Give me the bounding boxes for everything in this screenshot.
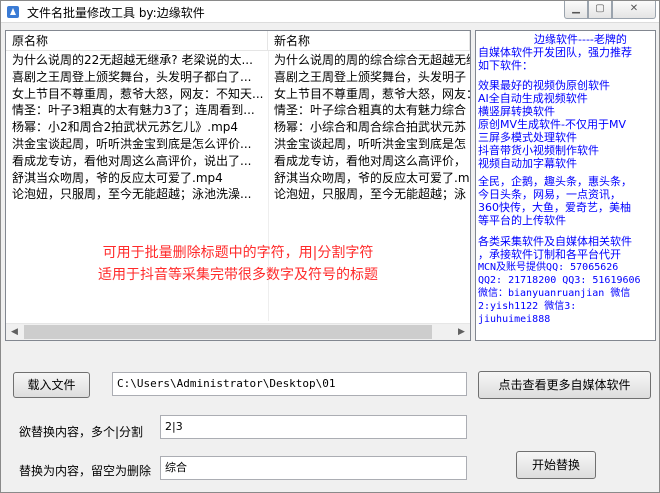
window-title: 文件名批量修改工具 by:边缘软件	[27, 6, 205, 20]
table-row[interactable]: 洪金宝谈起周，听听洪金宝到底是怎么评价... 洪金宝谈起周，听听洪金宝到底是怎	[6, 136, 470, 153]
info-line: 微信：bianyuanruanjian 微信	[478, 288, 631, 299]
new-name-cell: 论泡妞，只服周，至今无能超越；泳	[274, 187, 467, 202]
table-row[interactable]: 论泡妞，只服周，至今无能超越；泳池洗澡... 论泡妞，只服周，至今无能超越；泳	[6, 186, 470, 203]
info-line: 抖音带货小视频制作软件	[478, 144, 599, 157]
info-line: 如下软件：	[478, 59, 533, 72]
original-name-cell: 喜剧之王周登上颁奖舞台，头发明子都白了...	[12, 69, 252, 84]
info-line: jiuhuimei888	[478, 314, 551, 325]
info-line: 边缘软件----老牌的	[534, 33, 627, 46]
info-line: 2:yish1122 微信3:	[478, 301, 577, 312]
info-line: 效果最好的视频伪原创软件	[478, 79, 610, 92]
table-row[interactable]: 喜剧之王周登上颁奖舞台，头发明子都白了... 喜剧之王周登上颁奖舞台，头发明子	[6, 69, 470, 86]
table-row[interactable]: 为什么说周的22无超越无继承? 老梁说的太... 为什么说周的周的综合综合无超越…	[6, 52, 470, 69]
new-name-cell: 洪金宝谈起周，听听洪金宝到底是怎	[274, 136, 467, 151]
usage-hint-line-1: 可用于批量删除标题中的字符，用|分割字符	[102, 245, 374, 261]
replace-label: 替换为内容，留空为删除	[19, 464, 152, 478]
list-header: 原名称 新名称	[6, 31, 470, 51]
start-replace-button[interactable]: 开始替换	[516, 451, 596, 479]
more-software-button[interactable]: 点击查看更多自媒体软件	[478, 371, 651, 399]
column-new-name[interactable]: 新名称	[268, 31, 470, 51]
scroll-left-icon[interactable]: ◀	[6, 324, 23, 341]
info-line: 原创MV生成软件-不仅用于MV	[478, 118, 626, 131]
new-name-cell: 杨幂：小综合和周合综合拍武状元苏	[274, 120, 467, 135]
title-bar: 文件名批量修改工具 by:边缘软件 ▁ ▢ ✕	[1, 1, 659, 23]
info-line: 横竖屏转换软件	[478, 105, 555, 118]
usage-hint-line-2: 适用于抖音等采集完带很多数字及符号的标题	[98, 267, 378, 283]
table-row[interactable]: 看成龙专访，看他对周这么高评价，说出了... 看成龙专访，看他对周这么高评价，	[6, 153, 470, 170]
info-line: 今日头条，网易，一点资讯，	[478, 188, 621, 201]
original-name-cell: 杨幂：小2和周合2拍武状元苏乞儿》.mp4	[12, 120, 239, 135]
table-row[interactable]: 舒淇当众吻周，爷的反应太可爱了.mp4 舒淇当众吻周，爷的反应太可爱了.mp	[6, 170, 470, 187]
original-name-cell: 论泡妞，只服周，至今无能超越；泳池洗澡...	[12, 187, 252, 202]
horizontal-scrollbar[interactable]: ◀ ▶	[6, 323, 470, 340]
find-input[interactable]: 2|3	[160, 415, 467, 439]
info-line: 各类采集软件及自媒体相关软件	[478, 235, 632, 248]
promo-info-panel: 边缘软件----老牌的 自媒体软件开发团队，强力推荐 如下软件： 效果最好的视频…	[475, 30, 656, 341]
info-line: AI全自动生成视频软件	[478, 92, 588, 105]
new-name-cell: 看成龙专访，看他对周这么高评价，	[274, 153, 467, 168]
find-label: 欲替换内容，多个|分割	[19, 425, 144, 439]
column-original-name[interactable]: 原名称	[6, 31, 268, 51]
app-window: 文件名批量修改工具 by:边缘软件 ▁ ▢ ✕ 原名称 新名称 为什么说周的22…	[0, 0, 660, 493]
original-name-cell: 洪金宝谈起周，听听洪金宝到底是怎么评价...	[12, 136, 252, 151]
original-name-cell: 为什么说周的22无超越无继承? 老梁说的太...	[12, 53, 253, 67]
file-list[interactable]: 原名称 新名称 为什么说周的22无超越无继承? 老梁说的太... 为什么说周的周…	[5, 30, 471, 341]
info-line: 360快传，大鱼，爱奇艺，美柚	[478, 201, 631, 214]
table-row[interactable]: 女上节目不尊重周，惹爷大怒，网友：不知天... 女上节目不尊重周，惹爷大怒，网友…	[6, 86, 470, 103]
info-line: ，承接软件订制和各平台代开	[478, 248, 621, 261]
table-row[interactable]: 情圣：叶子3粗真的太有魅力3了；连周看到... 情圣：叶子综合粗真的太有魅力综合	[6, 102, 470, 119]
info-line: 三屏多模式处理软件	[478, 131, 577, 144]
original-name-cell: 舒淇当众吻周，爷的反应太可爱了.mp4	[12, 170, 223, 185]
load-file-button[interactable]: 载入文件	[13, 372, 90, 398]
list-rows: 为什么说周的22无超越无继承? 老梁说的太... 为什么说周的周的综合综合无超越…	[6, 52, 470, 203]
info-line: 视频自动加字幕软件	[478, 157, 577, 170]
app-icon	[7, 6, 19, 18]
info-line: MCN及账号提供QQ: 57065626	[478, 262, 619, 273]
new-name-cell: 情圣：叶子综合粗真的太有魅力综合	[274, 103, 467, 118]
new-name-cell: 喜剧之王周登上颁奖舞台，头发明子	[274, 69, 467, 84]
close-icon[interactable]: ✕	[612, 1, 656, 19]
scrollbar-thumb[interactable]	[24, 325, 432, 339]
new-name-cell: 为什么说周的周的综合综合无超越无继承	[274, 53, 470, 67]
minimize-icon[interactable]: ▁	[564, 1, 588, 19]
new-name-cell: 舒淇当众吻周，爷的反应太可爱了.mp	[274, 170, 470, 185]
table-row[interactable]: 杨幂：小2和周合2拍武状元苏乞儿》.mp4 杨幂：小综合和周合综合拍武状元苏	[6, 119, 470, 136]
original-name-cell: 女上节目不尊重周，惹爷大怒，网友：不知天...	[12, 86, 264, 101]
original-name-cell: 看成龙专访，看他对周这么高评价，说出了...	[12, 153, 252, 168]
info-line: 等平台的上传软件	[478, 214, 566, 227]
maximize-icon[interactable]: ▢	[588, 1, 612, 19]
new-name-cell: 女上节目不尊重周，惹爷大怒，网友：不知天	[274, 86, 470, 101]
info-line: 全民，企鹅，趣头条，惠头条，	[478, 175, 632, 188]
scroll-right-icon[interactable]: ▶	[453, 324, 470, 341]
file-path-field[interactable]: C:\Users\Administrator\Desktop\01	[112, 372, 467, 396]
info-line: QQ2: 21718200 QQ3: 51619606	[478, 275, 641, 286]
info-line: 自媒体软件开发团队，强力推荐	[478, 46, 632, 59]
original-name-cell: 情圣：叶子3粗真的太有魅力3了；连周看到...	[12, 103, 255, 118]
replace-input[interactable]: 综合	[160, 456, 467, 480]
